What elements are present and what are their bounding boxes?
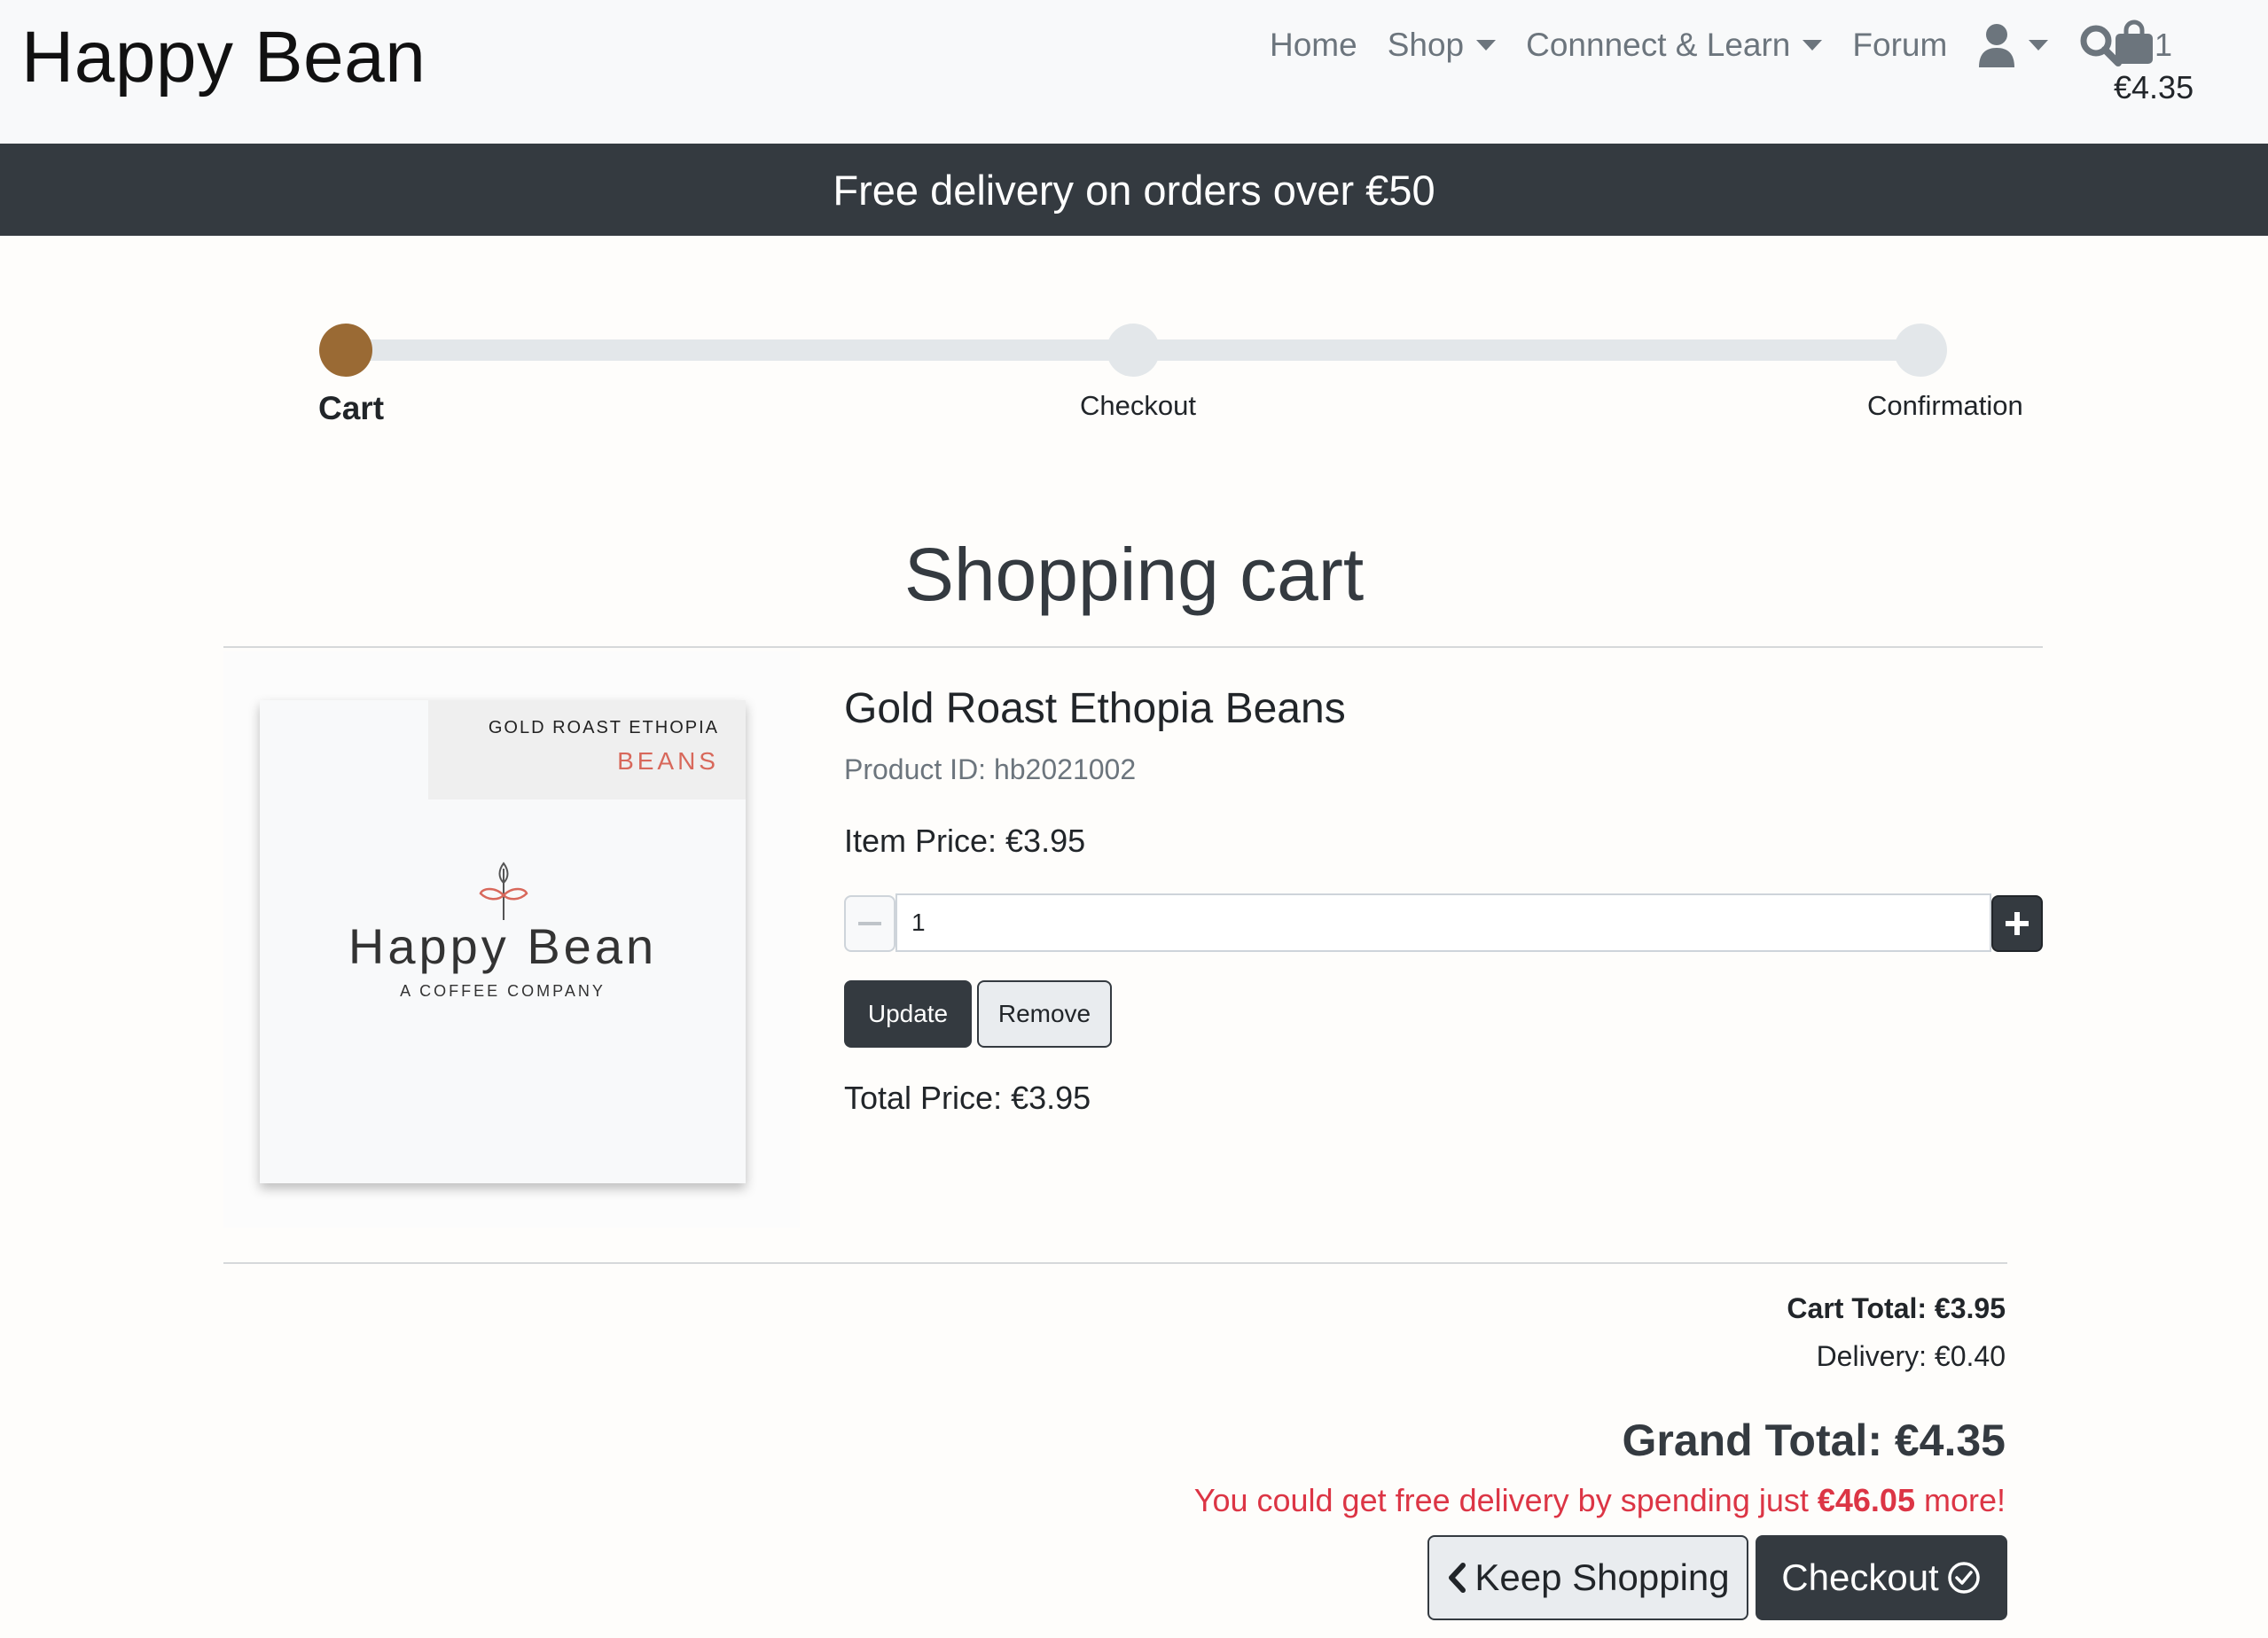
product-name: Gold Roast Ethopia Beans [844, 685, 1346, 732]
qty-increment-button[interactable] [1991, 895, 2043, 952]
grand-total: Grand Total: €4.35 [1622, 1416, 2006, 1465]
site-header: Happy Bean Home Shop Connnect & Learn Fo… [0, 0, 2268, 144]
qty-decrement-button[interactable] [844, 895, 895, 952]
caret-down-icon [1476, 40, 1497, 51]
quantity-input[interactable] [895, 893, 1991, 952]
caret-down-icon [1803, 40, 1823, 51]
nav-shop-dropdown[interactable]: Shop [1387, 27, 1497, 64]
main-nav: Home Shop Connnect & Learn Forum [1270, 23, 2153, 67]
checkout-button[interactable]: Checkout [1756, 1535, 2007, 1620]
delivery-banner-text: Free delivery on orders over €50 [833, 166, 1435, 214]
product-image[interactable]: GOLD ROAST ETHOPIA BEANS Happy Bean A CO… [260, 700, 746, 1183]
divider-top [223, 646, 2043, 648]
image-logo-subtitle: A COFFEE COMPANY [400, 982, 606, 1000]
page-title: Shopping cart [903, 533, 1365, 616]
nav-connect-label: Connnect & Learn [1526, 27, 1791, 63]
image-label-tag: GOLD ROAST ETHOPIA BEANS [428, 700, 746, 800]
chevron-left-icon [1449, 1563, 1466, 1593]
divider-bottom [223, 1262, 2007, 1264]
total-price: Total Price: €3.95 [844, 1080, 1091, 1116]
cart-total-nav: €4.35 [2114, 69, 2194, 105]
step-label-confirmation: Confirmation [1867, 390, 2023, 421]
account-dropdown[interactable] [1977, 23, 2049, 67]
coffee-leaf-icon [479, 862, 528, 920]
caret-down-icon [2029, 40, 2049, 51]
remove-button[interactable]: Remove [977, 980, 1112, 1048]
nav-cart[interactable]: 1 €4.35 [2114, 20, 2220, 106]
brand-logo[interactable]: Happy Bean [21, 16, 426, 99]
nav-shop-label: Shop [1387, 27, 1465, 63]
image-tag-top: GOLD ROAST ETHOPIA [488, 718, 719, 737]
check-circle-icon [1947, 1562, 1980, 1594]
image-tag-bottom: BEANS [617, 747, 719, 775]
free-delivery-suffix: more! [1914, 1482, 2006, 1518]
free-delivery-message: You could get free delivery by spending … [1194, 1482, 2006, 1519]
keep-shopping-label: Keep Shopping [1474, 1556, 1730, 1598]
free-delivery-amount: €46.05 [1817, 1482, 1915, 1518]
step-label-cart: Cart [318, 390, 385, 426]
step-label-checkout: Checkout [1080, 390, 1196, 421]
cart-count: 1 [2155, 27, 2173, 63]
nav-home[interactable]: Home [1270, 27, 1357, 64]
item-price: Item Price: €3.95 [844, 823, 1086, 859]
step-dot-cart [319, 324, 372, 377]
product-id: Product ID: hb2021002 [844, 753, 1137, 785]
delivery-cost: Delivery: €0.40 [1816, 1340, 2006, 1372]
cart-total: Cart Total: €3.95 [1787, 1292, 2006, 1324]
nav-connect-dropdown[interactable]: Connnect & Learn [1526, 27, 1823, 64]
checkout-label: Checkout [1781, 1556, 1939, 1598]
image-logo-text: Happy Bean [348, 918, 658, 974]
user-icon [1979, 24, 2015, 67]
update-button[interactable]: Update [844, 980, 972, 1048]
step-dot-checkout [1107, 324, 1160, 377]
keep-shopping-button[interactable]: Keep Shopping [1427, 1535, 1748, 1620]
delivery-banner: Free delivery on orders over €50 [0, 144, 2268, 236]
step-dot-confirmation [1894, 324, 1947, 377]
nav-forum[interactable]: Forum [1852, 27, 1947, 64]
free-delivery-prefix: You could get free delivery by spending … [1193, 1482, 1818, 1518]
minus-icon [858, 922, 881, 925]
shopping-bag-icon [2115, 20, 2153, 64]
plus-icon [2006, 912, 2029, 935]
